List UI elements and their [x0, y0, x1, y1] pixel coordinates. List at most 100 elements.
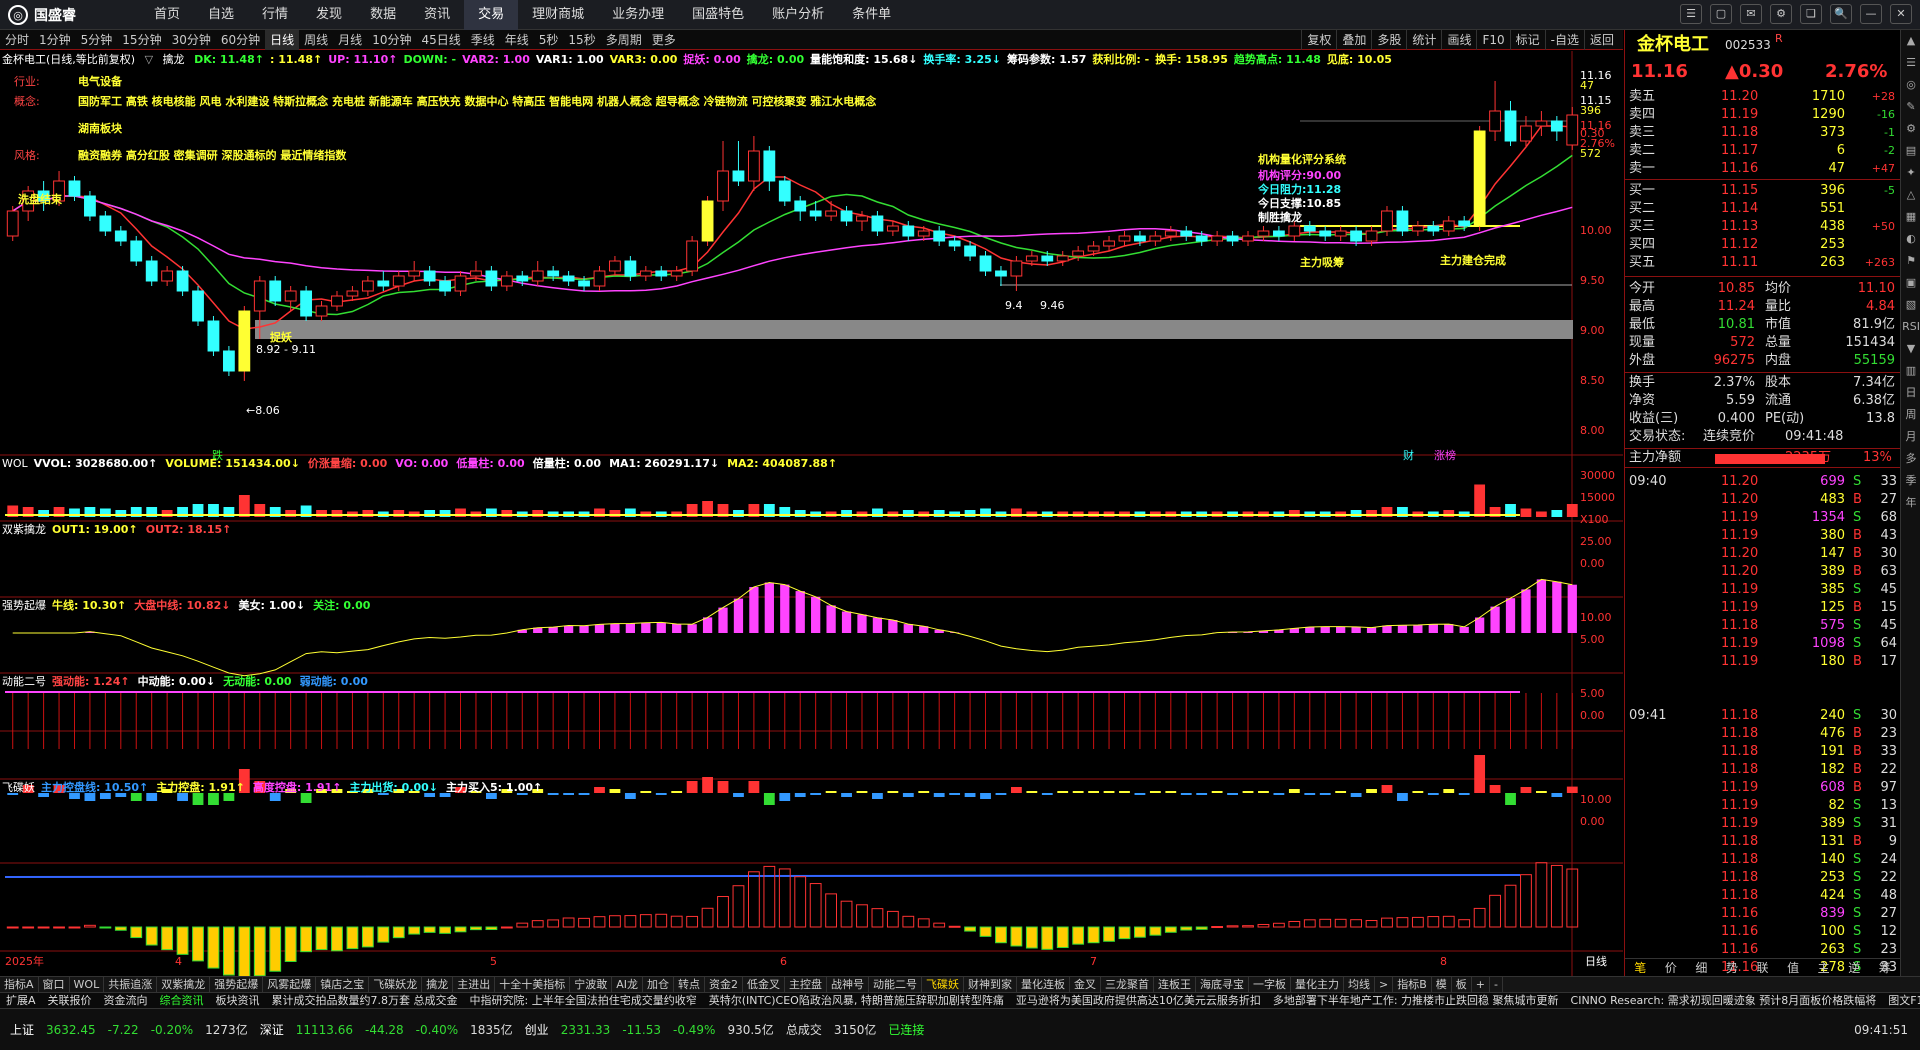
sidebar-icon-11[interactable]: ▣ [1901, 272, 1920, 294]
indicator-tab-18[interactable]: 主控盘 [785, 977, 827, 992]
chart-tool-8[interactable]: 返回 [1583, 30, 1619, 50]
window-control-icon-5[interactable]: 🔍 [1830, 4, 1852, 24]
indicator-tab-3[interactable]: 共振追涨 [104, 977, 158, 992]
indicator-tab-8[interactable]: 飞碟妖龙 [369, 977, 423, 992]
news-item-2[interactable]: 资金流向 [98, 993, 154, 1008]
indicator-tab-20[interactable]: 动能二号 [869, 977, 922, 992]
period-tab-2[interactable]: 5分钟 [76, 30, 118, 50]
period-tab-5[interactable]: 60分钟 [216, 30, 265, 50]
indicator-tab-16[interactable]: 资金2 [705, 977, 743, 992]
quote-tab-3[interactable]: 势 [1717, 959, 1748, 976]
app-logo[interactable]: ◎ 国盛睿 [8, 5, 76, 25]
panel-name[interactable]: WOL [2, 457, 28, 470]
period-tab-7[interactable]: 周线 [299, 30, 333, 50]
indicator-tab-30[interactable]: 均线 [1344, 977, 1375, 992]
indicator-tab-23[interactable]: 量化连板 [1017, 977, 1070, 992]
bid-row-4[interactable]: 买五 11.11 263 +263 [1625, 254, 1900, 272]
bid-row-0[interactable]: 买一 11.15 396 -5 [1625, 182, 1900, 200]
window-control-icon-4[interactable]: ❏ [1800, 4, 1822, 24]
indicator-tab-0[interactable]: 指标A [0, 977, 39, 992]
bid-row-3[interactable]: 买四 11.12 253 [1625, 236, 1900, 254]
window-control-icon-6[interactable]: — [1860, 4, 1882, 24]
period-tab-10[interactable]: 45日线 [416, 30, 465, 50]
indicator-tab-1[interactable]: 窗口 [39, 977, 70, 992]
period-tab-1[interactable]: 1分钟 [34, 30, 76, 50]
indicator-tab-15[interactable]: 转点 [674, 977, 705, 992]
kline-chart-svg[interactable] [0, 51, 1623, 976]
news-item-10[interactable]: CINNO Research: 需求初现回暖迹象 预计8月面板价格跌幅将 [1565, 993, 1883, 1008]
ask-row-4[interactable]: 卖一 11.16 47 +47 [1625, 160, 1900, 178]
window-control-icon-7[interactable]: ✕ [1890, 4, 1912, 24]
quote-tab-6[interactable]: 主 [1808, 959, 1839, 976]
sidebar-icon-4[interactable]: ⚙ [1901, 118, 1920, 140]
chart-tool-4[interactable]: 画线 [1441, 30, 1476, 50]
sidebar-icon-17[interactable]: 周 [1901, 404, 1920, 426]
sidebar-icon-2[interactable]: ◎ [1901, 74, 1920, 96]
sidebar-icon-15[interactable]: ▥ [1901, 360, 1920, 382]
indicator-tab-2[interactable]: WOL [70, 977, 105, 992]
period-tab-9[interactable]: 10分钟 [367, 30, 416, 50]
sidebar-icon-0[interactable]: ▲ [1901, 30, 1920, 52]
indicator-tab-17[interactable]: 低金叉 [743, 977, 785, 992]
ask-row-3[interactable]: 卖二 11.17 6 -2 [1625, 142, 1900, 160]
sidebar-icon-1[interactable]: ☰ [1901, 52, 1920, 74]
indicator-tab-28[interactable]: 一字板 [1249, 977, 1291, 992]
period-tab-6[interactable]: 日线 [265, 30, 300, 50]
panel-name[interactable]: 飞碟妖 [2, 781, 35, 794]
nav-item-11[interactable]: 条件单 [838, 0, 905, 30]
indicator-tab-13[interactable]: AI龙 [612, 977, 643, 992]
news-item-7[interactable]: 英特尔(INTC)CEO陷政治风暴, 特朗普施压辞职加剧转型阵痛 [703, 993, 1010, 1008]
period-tab-12[interactable]: 年线 [500, 30, 534, 50]
indicator-tab-21[interactable]: 飞碟妖 [922, 977, 964, 992]
news-item-1[interactable]: 关联报价 [42, 993, 98, 1008]
indicator-tab-9[interactable]: 擒龙 [422, 977, 454, 992]
indicator-tab-11[interactable]: 十全十美指标 [495, 977, 571, 992]
chart-tool-3[interactable]: 统计 [1406, 30, 1441, 50]
nav-item-3[interactable]: 发现 [302, 0, 356, 30]
nav-item-8[interactable]: 业务办理 [598, 0, 678, 30]
indicator-tab-36[interactable]: - [1490, 977, 1503, 992]
nav-item-2[interactable]: 行情 [248, 0, 302, 30]
indicator-tab-29[interactable]: 量化主力 [1291, 977, 1344, 992]
ask-row-2[interactable]: 卖三 11.18 373 -1 [1625, 124, 1900, 142]
main-indicator-name[interactable]: 擒龙 [163, 53, 185, 66]
indicator-tab-7[interactable]: 镇店之宝 [316, 977, 370, 992]
window-control-icon-0[interactable]: ☰ [1680, 4, 1702, 24]
news-item-3[interactable]: 综合资讯 [154, 993, 210, 1008]
indicator-tab-25[interactable]: 三龙聚首 [1101, 977, 1154, 992]
indicator-tab-12[interactable]: 宁波敢 [570, 977, 613, 992]
indicator-tab-10[interactable]: 主进出 [453, 977, 496, 992]
nav-item-5[interactable]: 资讯 [410, 0, 464, 30]
nav-item-4[interactable]: 数据 [356, 0, 410, 30]
news-item-11[interactable]: 图文F10 [1882, 993, 1920, 1008]
quote-tab-0[interactable]: 笔 [1625, 959, 1656, 976]
indicator-tab-6[interactable]: 风雾起爆 [263, 977, 317, 992]
indicator-tab-34[interactable]: 板 [1452, 977, 1472, 992]
sidebar-icon-12[interactable]: ▧ [1901, 294, 1920, 316]
sidebar-icon-6[interactable]: ✦ [1901, 162, 1920, 184]
news-item-9[interactable]: 多地部署下半年地产工作: 力推楼市止跌回稳 聚焦城市更新 [1267, 993, 1565, 1008]
window-control-icon-3[interactable]: ⚙ [1770, 4, 1792, 24]
sidebar-icon-3[interactable]: ✎ [1901, 96, 1920, 118]
nav-item-7[interactable]: 理财商城 [518, 0, 598, 30]
sidebar-icon-10[interactable]: ⚑ [1901, 250, 1920, 272]
news-item-8[interactable]: 亚马逊将为美国政府提供高达10亿美元云服务折扣 [1010, 993, 1267, 1008]
sidebar-icon-5[interactable]: ▤ [1901, 140, 1920, 162]
sidebar-icon-21[interactable]: 年 [1901, 492, 1920, 514]
period-tab-16[interactable]: 更多 [647, 30, 681, 50]
indicator-tab-19[interactable]: 战神号 [827, 977, 869, 992]
panel-name[interactable]: 动能二号 [2, 675, 46, 688]
x-axis-period[interactable]: 日线 [1585, 955, 1607, 969]
index-name[interactable]: 深证 [260, 1021, 284, 1038]
news-item-0[interactable]: 扩展A [0, 993, 42, 1008]
index-name[interactable]: 上证 [10, 1021, 34, 1038]
news-item-5[interactable]: 累计成交拍品数量约7.8万套 总成交金 [266, 993, 464, 1008]
nav-item-1[interactable]: 自选 [194, 0, 248, 30]
sidebar-icon-13[interactable]: RSI [1901, 316, 1920, 338]
period-tab-14[interactable]: 15秒 [563, 30, 600, 50]
indicator-tab-33[interactable]: 模 [1432, 977, 1452, 992]
quote-tab-7[interactable]: 逆 [1839, 959, 1870, 976]
bid-row-2[interactable]: 买三 11.13 438 +50 [1625, 218, 1900, 236]
period-tab-4[interactable]: 30分钟 [167, 30, 216, 50]
indicator-tab-31[interactable]: > [1375, 977, 1394, 992]
